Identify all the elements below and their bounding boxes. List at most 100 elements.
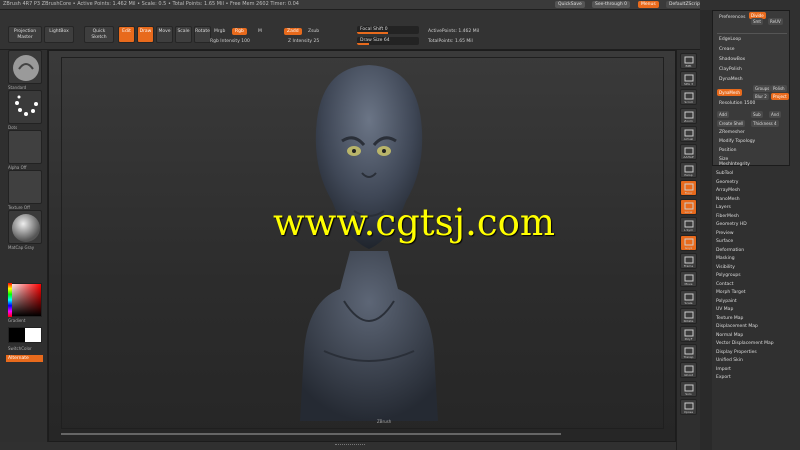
quicksave-button[interactable]: QuickSave [555, 1, 585, 8]
switch-color-button[interactable]: SwitchColor [8, 346, 32, 351]
subpalette-preview[interactable]: Preview [716, 230, 734, 238]
m-toggle[interactable]: M [258, 29, 262, 34]
alien-bust-sculpt[interactable] [294, 61, 444, 433]
zsub-toggle[interactable]: Zsub [308, 29, 319, 34]
shelf-button-ghost[interactable]: Ghost [680, 362, 697, 379]
subpalette-arraymesh[interactable]: ArrayMesh [716, 187, 740, 195]
projection-master-button[interactable]: Projection Master [8, 26, 42, 43]
subpalette-display-properties[interactable]: Display Properties [716, 349, 757, 357]
mrgb-toggle[interactable]: Mrgb [214, 29, 225, 34]
secondary-color-swatch[interactable] [25, 328, 41, 342]
subpalette-polygroups[interactable]: Polygroups [716, 272, 741, 280]
and-button[interactable]: And [769, 111, 781, 118]
subpalette-nanomesh[interactable]: NanoMesh [716, 196, 740, 204]
rgb-toggle[interactable]: Rgb [232, 28, 247, 35]
draw-button[interactable]: Draw [137, 26, 154, 43]
document-canvas[interactable]: www.cgtsj.com ZBrush [48, 50, 676, 442]
subpalette-subtool[interactable]: SubTool [716, 170, 733, 178]
shelf-button-spix-3[interactable]: SPix 3 [680, 71, 697, 88]
shelf-button-local[interactable]: Local [680, 198, 697, 215]
smt-toggle[interactable]: Smt [751, 18, 764, 25]
claypolish-item[interactable]: ClayPolish [717, 65, 787, 74]
see-through-slider[interactable]: See-through 0 [592, 1, 630, 8]
shelf-button-floor[interactable]: Floor [680, 180, 697, 197]
hue-strip[interactable] [8, 283, 12, 317]
edit-button[interactable]: Edit [118, 26, 135, 43]
crease-item[interactable]: Crease [717, 45, 787, 54]
position-item[interactable]: Position [717, 146, 787, 155]
subpalette-morph-target[interactable]: Morph Target [716, 289, 746, 297]
dynamesh-header[interactable]: DynaMesh [717, 75, 787, 84]
edgeloop-item[interactable]: EdgeLoop [717, 35, 787, 44]
create-shell-button[interactable]: Create Shell [717, 120, 746, 127]
shelf-button-rotate[interactable]: Rotate [680, 307, 697, 324]
z-intensity-slider[interactable]: Z Intensity 25 [288, 39, 319, 44]
brush-thumbnail[interactable] [8, 50, 42, 84]
subpalette-vector-displacement-map[interactable]: Vector Displacement Map [716, 340, 774, 348]
stroke-thumbnail[interactable] [8, 90, 42, 124]
subpalette-fibermesh[interactable]: FiberMesh [716, 213, 739, 221]
texture-thumbnail[interactable] [8, 170, 42, 204]
groups-toggle[interactable]: Groups [753, 85, 772, 92]
sub-button[interactable]: Sub [751, 111, 763, 118]
primary-color-swatch[interactable] [9, 328, 25, 342]
color-picker[interactable] [8, 283, 42, 317]
subpalette-texture-map[interactable]: Texture Map [716, 315, 743, 323]
subpalette-geometry[interactable]: Geometry [716, 179, 738, 187]
subpalette-surface[interactable]: Surface [716, 238, 733, 246]
move-button[interactable]: Move [156, 26, 173, 43]
shelf-button-l-sym[interactable]: L.Sym [680, 216, 697, 233]
tray-scrollbar[interactable] [700, 10, 712, 450]
shelf-button-polyf[interactable]: PolyF [680, 326, 697, 342]
subpalette-export[interactable]: Export [716, 374, 731, 382]
lightbox-button[interactable]: LightBox [44, 26, 74, 43]
subpalette-unified-skin[interactable]: Unified Skin [716, 357, 743, 365]
meshintegrity-item[interactable]: MeshIntegrity [717, 162, 787, 167]
polish-toggle[interactable]: Polish [771, 85, 787, 92]
thickness-slider[interactable]: Thickness 4 [751, 120, 779, 127]
subpalette-uv-map[interactable]: UV Map [716, 306, 733, 314]
subpalette-contact[interactable]: Contact [716, 281, 734, 289]
menus-button[interactable]: Menus [638, 1, 659, 8]
subpalette-normal-map[interactable]: Normal Map [716, 332, 743, 340]
reuv-button[interactable]: ReUV [768, 18, 783, 25]
shadowbox-item[interactable]: ShadowBox [717, 55, 787, 64]
canvas-horizontal-scrollbar[interactable] [61, 433, 561, 435]
material-thumbnail[interactable] [8, 210, 42, 244]
shelf-button-transp[interactable]: Transp [680, 344, 697, 361]
rgb-intensity-slider[interactable]: Rgb Intensity 100 [210, 39, 250, 44]
rotate-button[interactable]: Rotate [194, 26, 211, 43]
shelf-button-frame[interactable]: Frame [680, 253, 697, 270]
default-zscript-button[interactable]: DefaultZScript [666, 1, 705, 8]
draw-size-slider[interactable]: Draw Size 64 [357, 37, 419, 45]
subpalette-import[interactable]: Import [716, 366, 731, 374]
add-button[interactable]: Add [717, 111, 729, 118]
modify-topology-item[interactable]: Modify Topology [717, 137, 787, 146]
resolution-slider[interactable]: Resolution 1500 [717, 99, 787, 108]
shelf-button-solo[interactable]: Solo [680, 380, 697, 397]
shelf-button-zoom[interactable]: Zoom [680, 107, 697, 124]
shelf-button-scale[interactable]: Scale [680, 289, 697, 306]
subpalette-masking[interactable]: Masking [716, 255, 735, 263]
zremesher-item[interactable]: ZRemesher [717, 128, 787, 137]
subpalette-polypaint[interactable]: Polypaint [716, 298, 737, 306]
subpalette-deformation[interactable]: Deformation [716, 247, 744, 255]
shelf-button-persp[interactable]: Persp [680, 162, 697, 179]
scale-button[interactable]: Scale [175, 26, 192, 43]
subpalette-visibility[interactable]: Visibility [716, 264, 735, 272]
dynamesh-button[interactable]: DynaMesh [717, 89, 742, 96]
shelf-grip-handle[interactable] [335, 444, 365, 447]
color-swatches[interactable] [8, 327, 42, 343]
shelf-button-actual[interactable]: Actual [680, 125, 697, 142]
quicksketch-button[interactable]: Quick Sketch [84, 26, 114, 43]
alternate-button[interactable]: Alternate [6, 355, 43, 362]
subpalette-geometry-hd[interactable]: Geometry HD [716, 221, 747, 229]
shelf-button-bpr[interactable]: BPR [680, 53, 697, 69]
shelf-button-aahalf[interactable]: AAHalf [680, 144, 697, 160]
shelf-button-xpose[interactable]: Xpose [680, 398, 697, 415]
subpalette-layers[interactable]: Layers [716, 204, 731, 212]
focal-shift-slider[interactable]: Focal Shift 0 [357, 26, 419, 34]
zadd-toggle[interactable]: Zadd [284, 28, 302, 35]
alpha-thumbnail[interactable] [8, 130, 42, 164]
shelf-button-gxyz[interactable]: Gxyz [680, 235, 697, 251]
